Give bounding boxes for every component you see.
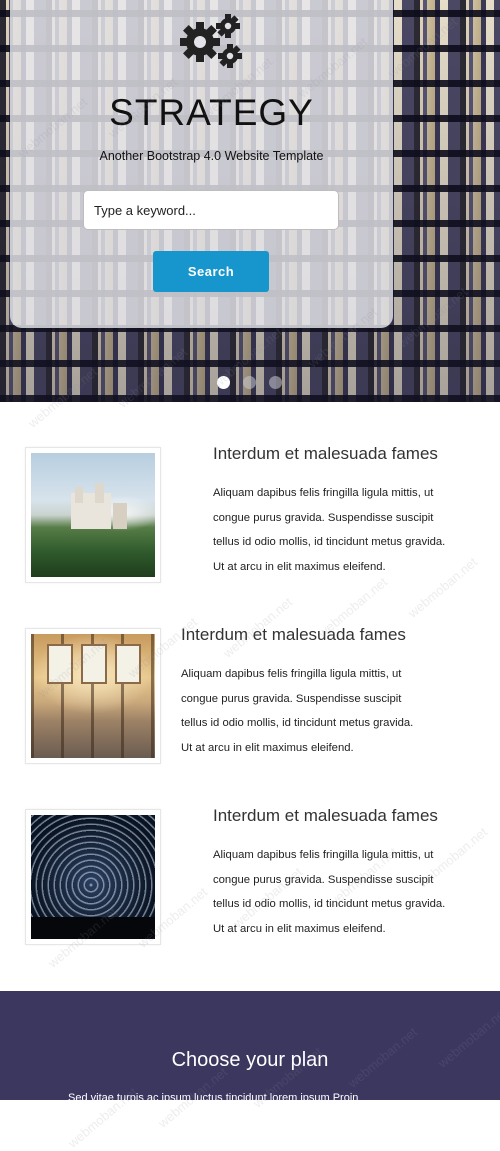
feature-text: Aliquam dapibus felis fringilla ligula m… <box>181 662 436 760</box>
brand-title: STRATEGY <box>109 92 314 133</box>
pricing-section: Choose your plan Sed vitae turpis ac ips… <box>0 991 500 1104</box>
feature-line: congue purus gravida. Suspendisse suscip… <box>213 873 434 886</box>
castle-photo <box>31 453 155 577</box>
carousel-dot-2[interactable] <box>243 376 256 389</box>
feature-title: Interdum et malesuada fames <box>181 625 406 644</box>
feature-item: Interdum et malesuada fames Aliquam dapi… <box>0 806 500 949</box>
search-input[interactable] <box>83 190 339 230</box>
hero-carousel: STRATEGY Another Bootstrap 4.0 Website T… <box>0 0 500 402</box>
feature-item: Interdum et malesuada fames Aliquam dapi… <box>0 625 500 768</box>
station-photo <box>31 634 155 758</box>
pricing-text: Sed vitae turpis ac ipsum luctus tincidu… <box>68 1092 359 1104</box>
search-button[interactable]: Search <box>153 251 269 292</box>
feature-line: Ut at arcu in elit maximus eleifend. <box>181 741 354 754</box>
feature-title: Interdum et malesuada fames <box>213 806 438 825</box>
carousel-dot-3[interactable] <box>269 376 282 389</box>
feature-line: congue purus gravida. Suspendisse suscip… <box>213 511 434 524</box>
carousel-dot-1[interactable] <box>217 376 230 389</box>
feature-line: Aliquam dapibus felis fringilla ligula m… <box>181 668 402 680</box>
feature-line: Aliquam dapibus felis fringilla ligula m… <box>213 849 434 861</box>
gears-icon <box>180 14 242 68</box>
feature-image-frame <box>25 809 161 945</box>
feature-title: Interdum et malesuada fames <box>213 444 438 463</box>
feature-line: tellus id odio mollis, id tincidunt metu… <box>213 536 446 548</box>
feature-text: Aliquam dapibus felis fringilla ligula m… <box>213 481 468 579</box>
hero-card: STRATEGY Another Bootstrap 4.0 Website T… <box>10 0 393 328</box>
brand-subtitle: Another Bootstrap 4.0 Website Template <box>99 149 324 163</box>
feature-item: Interdum et malesuada fames Aliquam dapi… <box>0 444 500 587</box>
feature-line: Ut at arcu in elit maximus eleifend. <box>213 560 386 573</box>
feature-image-frame <box>25 628 161 764</box>
feature-line: congue purus gravida. Suspendisse suscip… <box>181 692 402 705</box>
feature-line: Aliquam dapibus felis fringilla ligula m… <box>213 487 434 499</box>
feature-text: Aliquam dapibus felis fringilla ligula m… <box>213 843 468 941</box>
feature-line: tellus id odio mollis, id tincidunt metu… <box>181 717 414 729</box>
feature-line: tellus id odio mollis, id tincidunt metu… <box>213 898 446 910</box>
feature-line: Ut at arcu in elit maximus eleifend. <box>213 922 386 935</box>
star-trails-photo <box>31 815 155 939</box>
feature-image-frame <box>25 447 161 583</box>
pricing-title: Choose your plan <box>171 1049 329 1071</box>
